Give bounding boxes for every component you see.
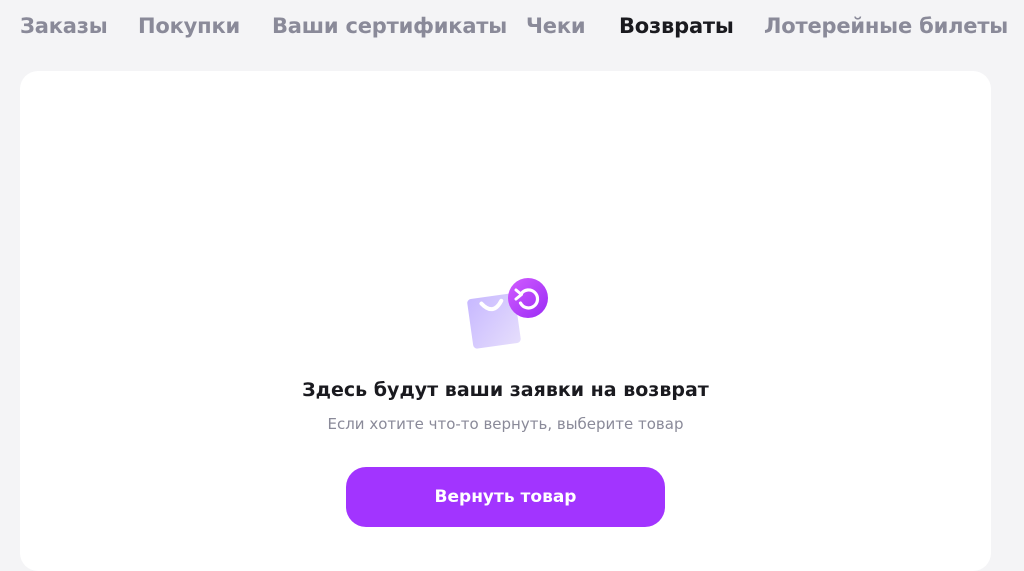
tab-bar: Заказы Покупки Ваши сертификаты Чеки Воз…	[0, 0, 1024, 56]
tab-receipts[interactable]: Чеки	[526, 12, 586, 40]
tab-purchases[interactable]: Покупки	[138, 12, 240, 40]
tab-returns[interactable]: Возвраты	[619, 12, 734, 40]
empty-state-subtitle: Если хотите что-то вернуть, выберите тов…	[327, 415, 684, 433]
tab-orders[interactable]: Заказы	[20, 12, 108, 40]
tab-certificates[interactable]: Ваши сертификаты	[272, 12, 507, 40]
empty-state-title: Здесь будут ваши заявки на возврат	[302, 379, 709, 401]
return-bag-icon	[460, 274, 552, 354]
tab-lottery-tickets[interactable]: Лотерейные билеты	[764, 12, 1008, 40]
return-item-button[interactable]: Вернуть товар	[346, 467, 665, 527]
